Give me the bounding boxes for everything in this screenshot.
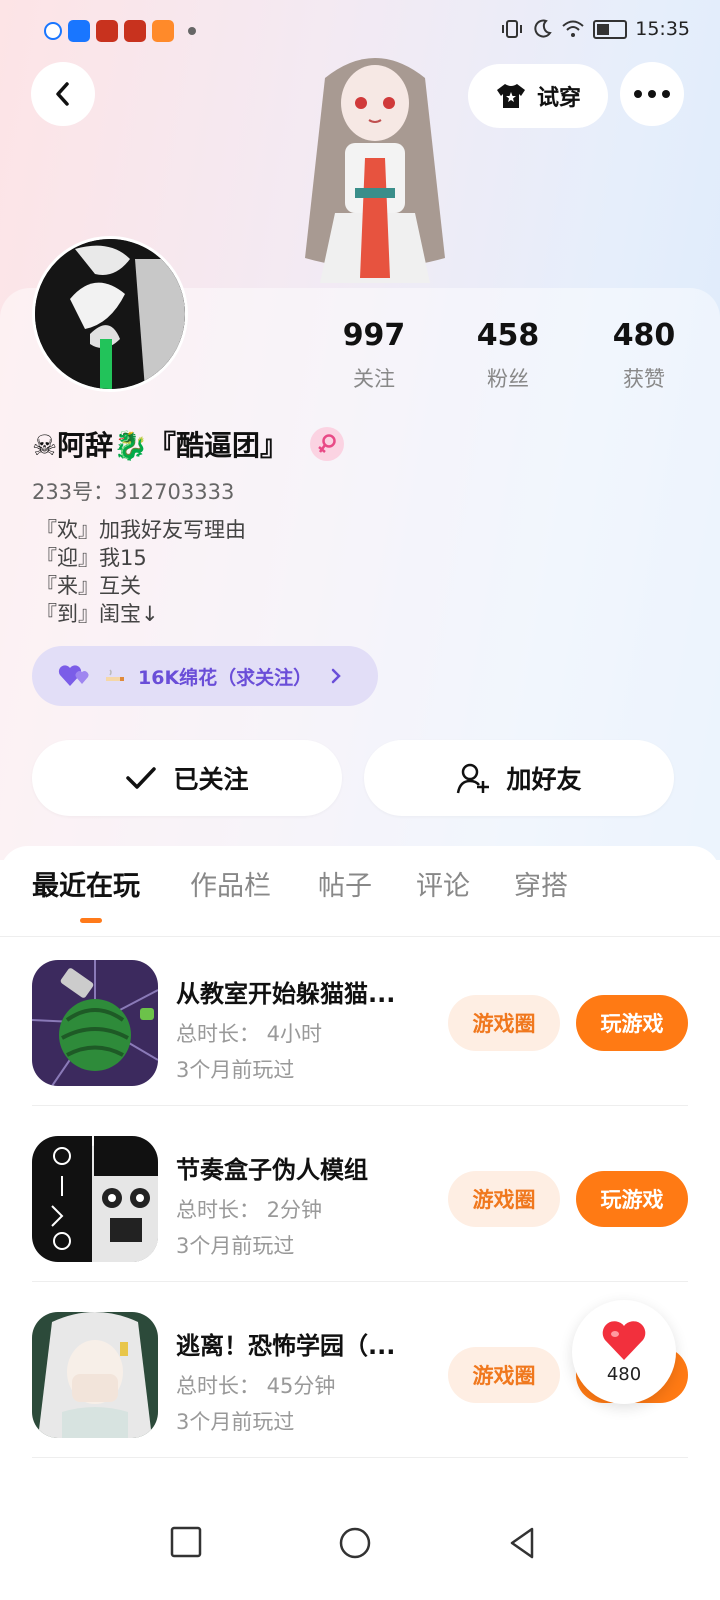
likes-label: 获赞: [623, 367, 665, 391]
stat-likes[interactable]: 480 获赞: [584, 318, 704, 393]
game-last-played: 3个月前玩过: [176, 1058, 295, 1082]
bio-line: 『迎』我15: [36, 546, 147, 570]
game-last-played: 3个月前玩过: [176, 1410, 295, 1434]
moon-icon: [534, 19, 552, 38]
vibrate-icon: [502, 20, 523, 38]
user-name: ☠阿辞🐉『酷逼团』: [32, 429, 288, 462]
followers-count: 458: [476, 318, 540, 353]
chevron-right-icon: [331, 668, 341, 684]
bio-line: 『欢』加我好友写理由: [36, 518, 246, 542]
game-duration: 总时长： 2分钟: [176, 1198, 323, 1222]
game-icon-watermelon: [32, 960, 158, 1086]
user-avatar[interactable]: [32, 236, 188, 392]
tab-works[interactable]: 作品栏: [190, 864, 271, 903]
character-avatar-figure: [295, 48, 455, 288]
bio-line: 『来』互关: [36, 574, 141, 598]
add-friend-button[interactable]: 加好友: [364, 740, 674, 816]
user-id: 233号：312703333: [32, 480, 235, 504]
followed-button[interactable]: 已关注: [32, 740, 342, 816]
game-circle-button[interactable]: 游戏圈: [448, 1347, 560, 1403]
play-game-button[interactable]: 玩游戏: [576, 995, 688, 1051]
add-user-icon: [457, 763, 490, 794]
more-button[interactable]: [620, 62, 684, 126]
name-row: ☠阿辞🐉『酷逼团』: [32, 424, 344, 464]
tab-comments[interactable]: 评论: [416, 864, 470, 903]
try-on-label: 试穿: [536, 86, 581, 111]
followed-label: 已关注: [173, 765, 249, 794]
game-circle-button[interactable]: 游戏圈: [448, 1171, 560, 1227]
following-label: 关注: [353, 367, 395, 391]
female-gender-icon: [309, 427, 344, 461]
recent-apps-icon[interactable]: [170, 1526, 202, 1558]
battery-icon: [593, 19, 628, 39]
heart-icon: [602, 1320, 646, 1360]
shield-app-icon: [68, 20, 90, 42]
list-item[interactable]: 从教室开始躲猫猫... 总时长： 4小时 3个月前玩过 游戏圈 玩游戏: [0, 930, 720, 1106]
double-heart-icon: [58, 665, 89, 686]
game-title: 逃离！恐怖学园（...: [176, 1332, 396, 1360]
check-icon: [126, 767, 157, 789]
play-game-button[interactable]: 玩游戏: [576, 1171, 688, 1227]
following-count: 997: [342, 318, 406, 353]
add-friend-label: 加好友: [506, 765, 582, 794]
stat-followers[interactable]: 458 粉丝: [448, 318, 568, 393]
tab-posts[interactable]: 帖子: [318, 864, 372, 903]
cotton-badge-button[interactable]: 16K绵花（求关注）: [32, 646, 378, 706]
more-dots-icon: [634, 90, 670, 98]
game-circle-button[interactable]: 游戏圈: [448, 995, 560, 1051]
system-navigation-bar: [0, 1490, 720, 1600]
active-tab-indicator: [80, 918, 102, 923]
profile-tabs: 最近在玩 作品栏 帖子 评论 穿搭: [0, 846, 720, 936]
game-icon-horror-school: [32, 1312, 158, 1438]
game-last-played: 3个月前玩过: [176, 1234, 295, 1258]
back-nav-icon[interactable]: [508, 1526, 536, 1560]
user-bio: 『欢』加我好友写理由 『迎』我15 『来』互关 『到』闺宝↓: [36, 516, 246, 628]
back-button[interactable]: [31, 62, 95, 126]
list-divider: [32, 1457, 688, 1458]
game-duration: 总时长： 45分钟: [176, 1374, 336, 1398]
chevron-left-icon: [56, 82, 69, 106]
status-time: 15:35: [635, 18, 690, 40]
tab-recently-played[interactable]: 最近在玩: [32, 864, 140, 903]
search-app-icon: [44, 22, 62, 40]
list-item[interactable]: 节奏盒子伪人模组 总时长： 2分钟 3个月前玩过 游戏圈 玩游戏: [0, 1106, 720, 1282]
try-on-button[interactable]: 试穿: [468, 64, 608, 128]
cigarette-icon: [106, 669, 124, 681]
game-title: 节奏盒子伪人模组: [176, 1156, 368, 1184]
tab-outfits[interactable]: 穿搭: [514, 864, 568, 903]
game-duration: 总时长： 4小时: [176, 1022, 323, 1046]
game-app-icon-2: [124, 20, 146, 42]
more-notifications-dot: [188, 27, 196, 35]
floating-like-button[interactable]: 480: [572, 1300, 676, 1404]
bag-app-icon: [152, 20, 174, 42]
likes-count: 480: [612, 318, 676, 353]
cotton-label: 16K绵花（求关注）: [138, 666, 313, 689]
floating-like-count: 480: [606, 1363, 642, 1385]
wifi-icon: [562, 20, 584, 37]
game-icon-rhythm-box: [32, 1136, 158, 1262]
home-icon[interactable]: [338, 1526, 372, 1560]
shirt-icon: [496, 84, 525, 108]
game-app-icon-1: [96, 20, 118, 42]
followers-label: 粉丝: [487, 367, 529, 391]
game-title: 从教室开始躲猫猫...: [176, 980, 396, 1008]
bio-line: 『到』闺宝↓: [36, 602, 159, 626]
stat-following[interactable]: 997 关注: [314, 318, 434, 393]
